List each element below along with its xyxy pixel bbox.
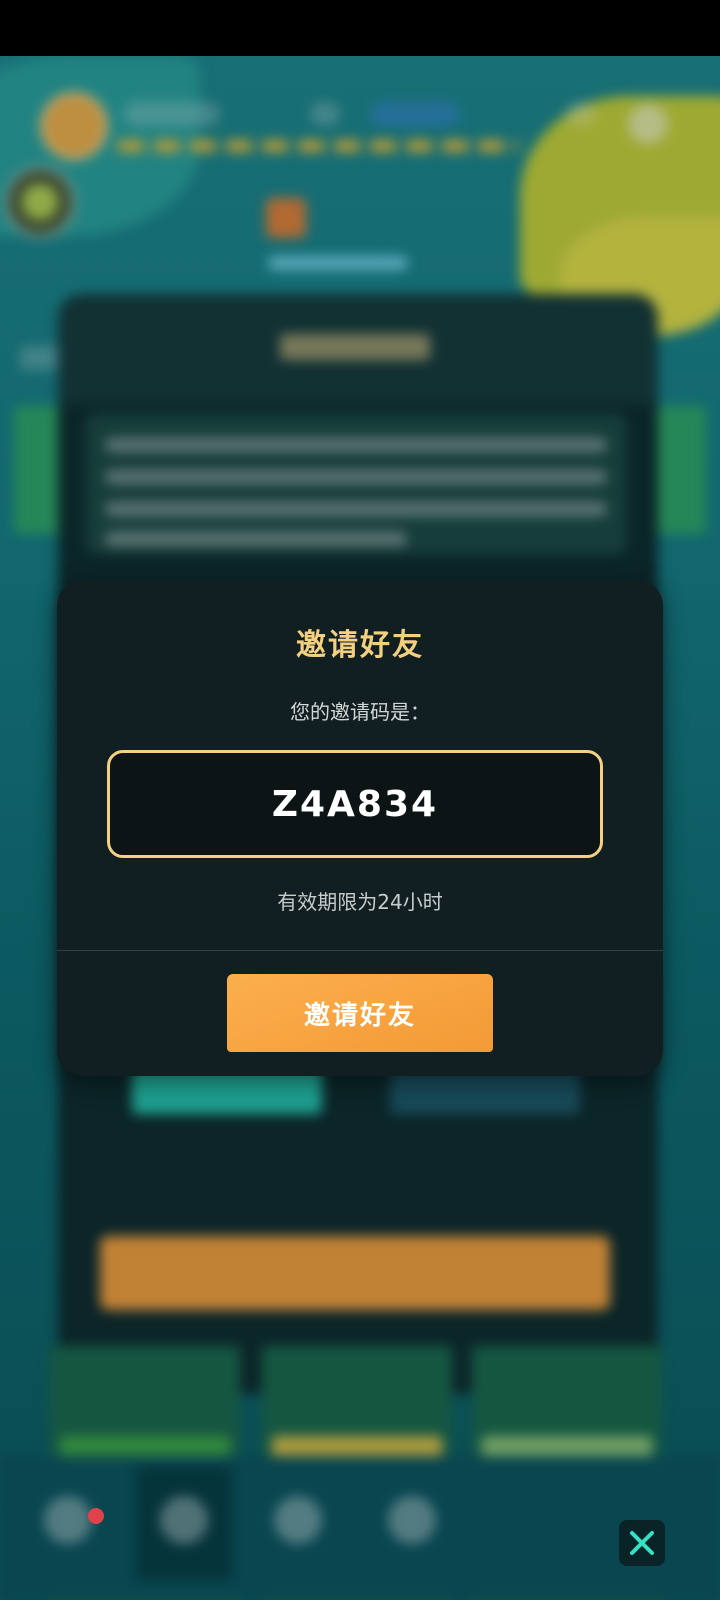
- validity-note: 有效期限为24小时: [277, 890, 443, 914]
- dialog-divider: [57, 950, 663, 951]
- invite-code-box[interactable]: Z4A834: [107, 750, 603, 858]
- close-button[interactable]: [619, 1520, 665, 1566]
- invite-code-value: Z4A834: [271, 783, 439, 825]
- status-bar: [0, 0, 720, 56]
- notification-badge: [88, 1508, 104, 1524]
- invite-friends-dialog: 邀请好友 您的邀请码是： Z4A834 有效期限为24小时 邀请好友: [57, 580, 663, 1076]
- dialog-title: 邀请好友: [296, 628, 424, 663]
- invite-code-label: 您的邀请码是：: [290, 700, 430, 724]
- invite-friends-button[interactable]: 邀请好友: [227, 974, 493, 1052]
- close-x-icon: [630, 1531, 654, 1555]
